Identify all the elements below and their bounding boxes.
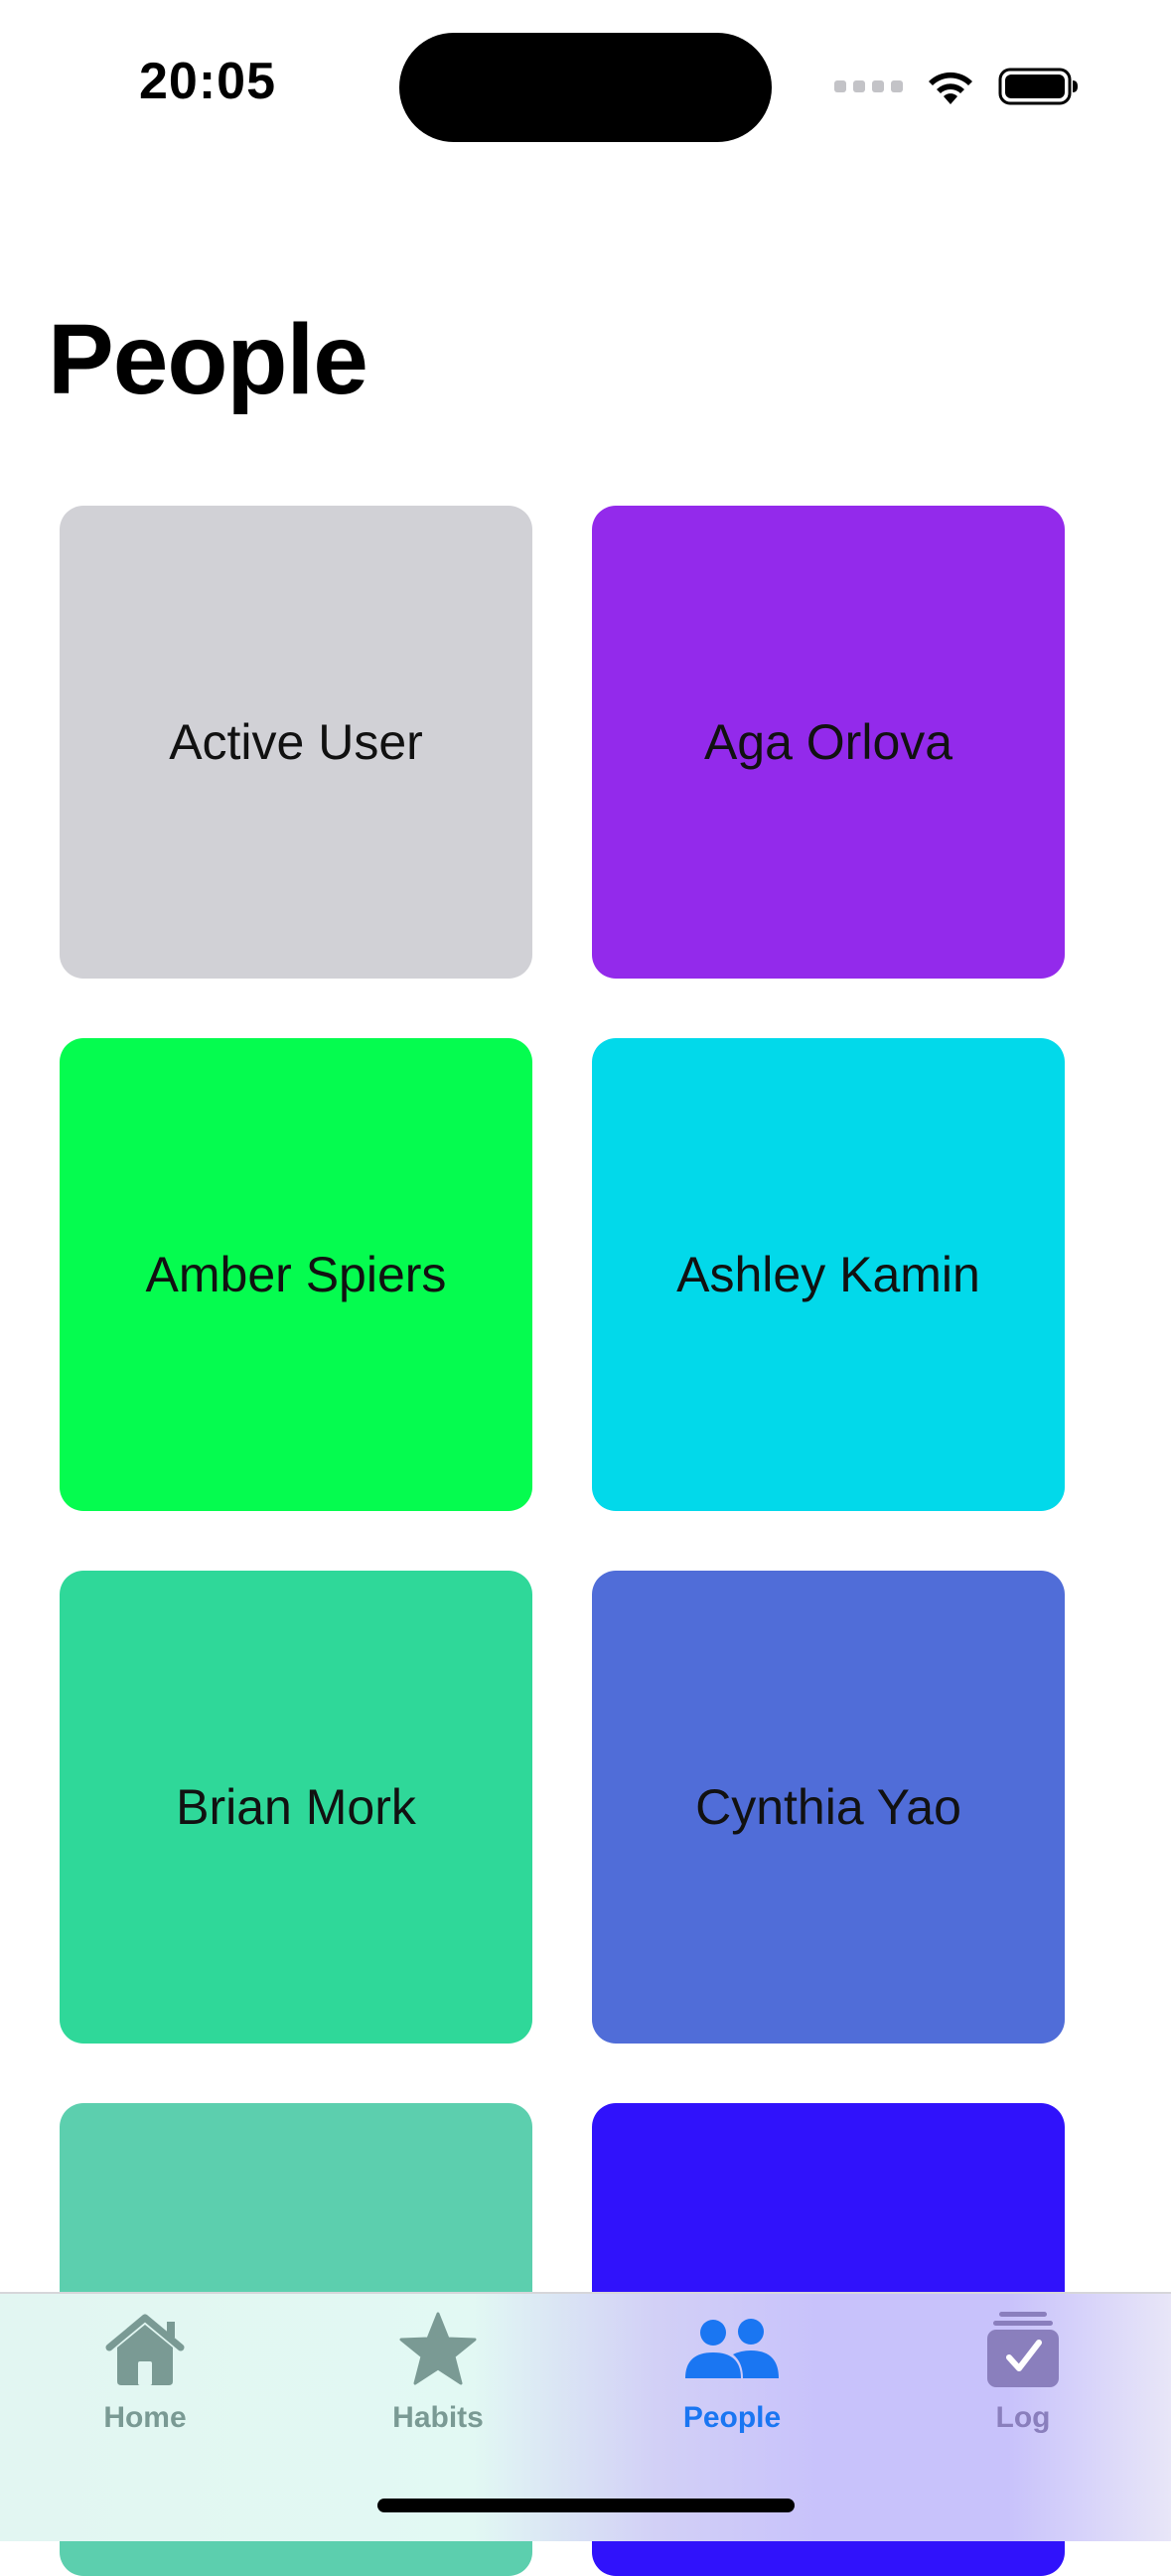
- person-card[interactable]: Amber Spiers: [60, 1038, 532, 1511]
- person-name: Amber Spiers: [145, 1247, 447, 1302]
- person-card[interactable]: Aga Orlova: [592, 506, 1065, 979]
- person-card[interactable]: Cynthia Yao: [592, 1571, 1065, 2044]
- person-card[interactable]: Active User: [60, 506, 532, 979]
- person-name: Active User: [169, 714, 423, 770]
- tab-habits[interactable]: Habits: [339, 2294, 537, 2443]
- house-icon: [95, 2310, 195, 2389]
- home-indicator[interactable]: [377, 2499, 795, 2512]
- people-icon: [682, 2310, 782, 2389]
- tab-home[interactable]: Home: [46, 2294, 244, 2443]
- tab-log[interactable]: Log: [924, 2294, 1122, 2443]
- tab-label: Habits: [392, 2401, 484, 2434]
- star-icon: [388, 2310, 488, 2389]
- person-card[interactable]: Ashley Kamin: [592, 1038, 1065, 1511]
- tab-label: Log: [995, 2401, 1051, 2434]
- person-name: Aga Orlova: [703, 714, 953, 770]
- person-name: Ashley Kamin: [676, 1247, 980, 1302]
- people-grid: Active User Aga Orlova Amber Spiers Ashl…: [0, 0, 1171, 2576]
- tab-people[interactable]: People: [633, 2294, 831, 2443]
- person-name: Cynthia Yao: [695, 1779, 961, 1835]
- person-name: Brian Mork: [176, 1779, 416, 1835]
- tab-label: Home: [103, 2401, 187, 2434]
- log-checkbox-icon: [973, 2310, 1073, 2389]
- tab-label: People: [682, 2401, 782, 2434]
- person-card[interactable]: Brian Mork: [60, 1571, 532, 2044]
